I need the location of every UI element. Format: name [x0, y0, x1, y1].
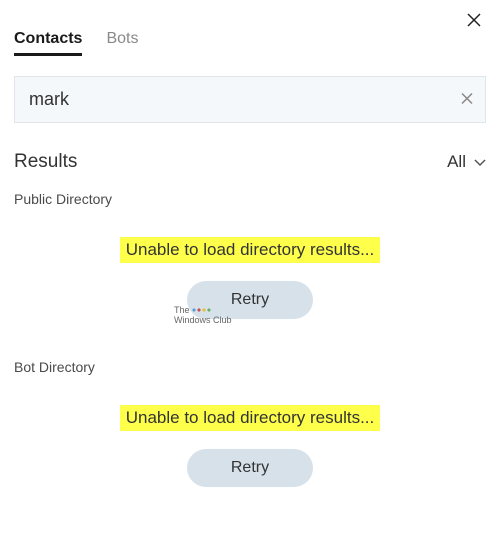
results-header: Results All: [14, 151, 486, 173]
bot-directory-label: Bot Directory: [14, 359, 486, 375]
bot-directory-error-block: Unable to load directory results... Retr…: [14, 405, 486, 487]
results-filter[interactable]: All: [447, 152, 486, 172]
chevron-down-icon: [474, 155, 486, 170]
results-title: Results: [14, 151, 77, 173]
public-directory-label: Public Directory: [14, 191, 486, 207]
search-field-wrap: [14, 76, 486, 123]
clear-search-button[interactable]: [460, 89, 474, 110]
bot-retry-button[interactable]: Retry: [187, 449, 313, 487]
filter-label: All: [447, 152, 466, 172]
close-icon: [467, 13, 481, 27]
clear-icon: [460, 91, 474, 105]
tab-bar: Contacts Bots: [14, 30, 486, 54]
tab-bots[interactable]: Bots: [106, 30, 138, 54]
bot-error-message: Unable to load directory results...: [120, 405, 381, 431]
public-directory-error-block: Unable to load directory results... Retr…: [14, 237, 486, 319]
close-button[interactable]: [462, 8, 486, 32]
search-input[interactable]: [14, 76, 486, 123]
public-retry-button[interactable]: Retry: [187, 281, 313, 319]
tab-contacts[interactable]: Contacts: [14, 30, 82, 54]
public-error-message: Unable to load directory results...: [120, 237, 381, 263]
